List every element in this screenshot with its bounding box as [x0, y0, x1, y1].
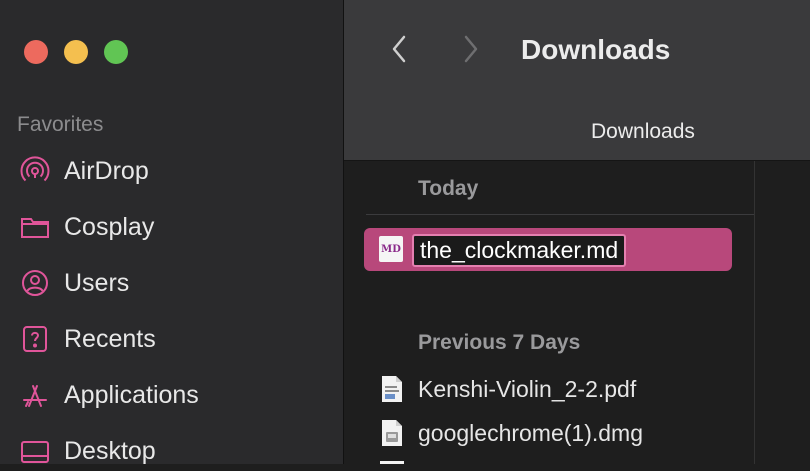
- sidebar-item-recents[interactable]: Recents: [20, 319, 330, 359]
- section-header-today: Today: [418, 177, 479, 200]
- tab-downloads[interactable]: Downloads: [591, 120, 695, 144]
- airdrop-icon: [20, 156, 50, 186]
- sidebar-item-label: Desktop: [64, 436, 156, 465]
- sidebar: Favorites AirDrop Cosplay Users Recents …: [0, 0, 344, 465]
- pdf-file-icon: [380, 375, 404, 403]
- minimize-window-button[interactable]: [64, 40, 88, 64]
- sidebar-item-desktop[interactable]: Desktop: [20, 431, 330, 471]
- desktop-icon: [20, 436, 50, 466]
- sidebar-item-cosplay[interactable]: Cosplay: [20, 207, 330, 247]
- applications-icon: [20, 380, 50, 410]
- file-list: Today MD the_clockmaker.md Previous 7 Da…: [344, 161, 754, 464]
- toolbar: Downloads Downloads: [344, 0, 810, 161]
- zoom-window-button[interactable]: [104, 40, 128, 64]
- user-icon: [20, 268, 50, 298]
- file-row[interactable]: googlechrome(1).dmg: [380, 417, 643, 449]
- file-row[interactable]: Kenshi-Violin_2-2.pdf: [380, 373, 636, 405]
- sidebar-item-airdrop[interactable]: AirDrop: [20, 151, 330, 191]
- recents-icon: [20, 324, 50, 354]
- rename-field[interactable]: the_clockmaker.md: [412, 234, 627, 267]
- sidebar-item-label: Users: [64, 268, 130, 297]
- file-name: googlechrome(1).dmg: [418, 419, 644, 446]
- back-button[interactable]: [384, 34, 414, 68]
- preview-pane: [754, 161, 810, 464]
- sidebar-item-label: Cosplay: [64, 212, 155, 241]
- chevron-left-icon: [389, 34, 409, 69]
- sidebar-item-users[interactable]: Users: [20, 263, 330, 303]
- sidebar-item-label: AirDrop: [64, 156, 149, 185]
- dmg-file-icon: [380, 419, 404, 447]
- folder-icon: [20, 212, 50, 242]
- section-header-previous-7-days: Previous 7 Days: [418, 331, 581, 354]
- sidebar-item-label: Recents: [64, 324, 156, 353]
- sidebar-item-applications[interactable]: Applications: [20, 375, 330, 415]
- sidebar-item-label: Applications: [64, 380, 199, 409]
- selected-file-row[interactable]: MD the_clockmaker.md: [364, 228, 732, 271]
- window-title: Downloads: [521, 34, 671, 65]
- section-divider: [366, 214, 754, 215]
- window-controls: [24, 40, 128, 64]
- markdown-file-icon: MD: [379, 236, 403, 262]
- forward-button[interactable]: [456, 34, 486, 68]
- chevron-right-icon: [461, 34, 481, 69]
- close-window-button[interactable]: [24, 40, 48, 64]
- favorites-section-label: Favorites: [17, 113, 104, 136]
- file-name: Kenshi-Violin_2-2.pdf: [418, 375, 637, 402]
